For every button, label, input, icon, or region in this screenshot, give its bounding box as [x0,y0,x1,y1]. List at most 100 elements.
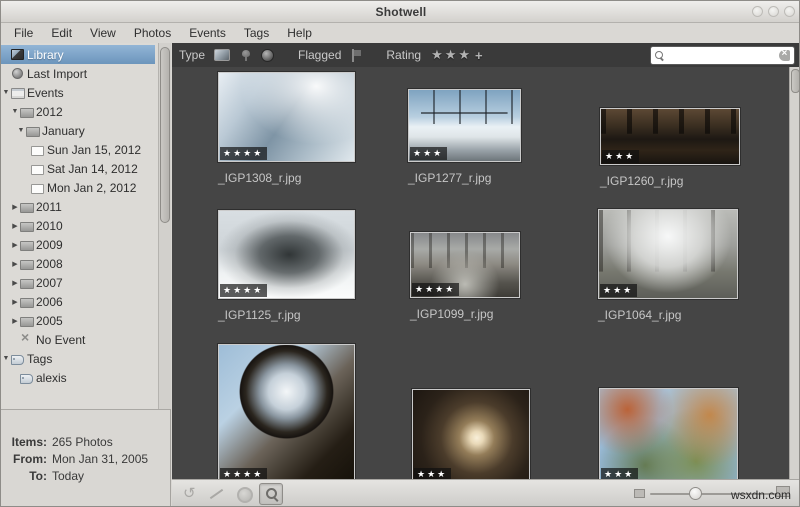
thumbnail-size-slider-thumb[interactable] [689,487,702,500]
sidebar-item-sun-jan-15-2012[interactable]: Sun Jan 15, 2012 [1,140,155,159]
status-row: Items: 265 Photos [1,434,170,451]
status-row: From: Mon Jan 31, 2005 [1,451,170,468]
photo-cell[interactable]: ★★★★ _IGP1308_r.jpg [218,72,355,185]
expander-right-icon[interactable]: ▶ [10,298,20,306]
event-folder-icon [20,276,34,289]
expander-down-icon[interactable]: ▼ [16,127,26,134]
expander-right-icon[interactable]: ▶ [10,279,20,287]
sidebar-scrollbar-thumb[interactable] [160,47,170,223]
sidebar-item-2009[interactable]: ▶ 2009 [1,235,155,254]
photo-cell[interactable]: ★★★★ [218,344,355,479]
menubar: File Edit View Photos Events Tags Help [1,23,799,43]
type-filter-label: Type [179,48,206,62]
type-videos-filter-icon[interactable] [261,48,275,62]
sidebar-item-2005[interactable]: ▶ 2005 [1,311,155,330]
sidebar-item-2006[interactable]: ▶ 2006 [1,292,155,311]
photo-thumbnail[interactable]: ★★★★ [218,72,355,162]
find-button[interactable] [259,483,283,505]
search-icon [655,50,664,60]
sidebar-item-2011[interactable]: ▶ 2011 [1,197,155,216]
photo-cell[interactable]: ★★★ _IGP1064_r.jpg [598,209,738,322]
sidebar-item-sat-jan-14-2012[interactable]: Sat Jan 14, 2012 [1,159,155,178]
zoom-out-thumbnail-icon[interactable] [634,489,645,498]
event-folder-icon [20,105,34,118]
status-label: From: [13,452,47,466]
photo-thumbnail[interactable]: ★★★ [412,389,530,479]
rating-stars-overlay: ★★★ [601,468,639,479]
menu-view[interactable]: View [81,24,125,42]
sidebar-item-mon-jan-2-2012[interactable]: Mon Jan 2, 2012 [1,178,155,197]
sidebar-item-2008[interactable]: ▶ 2008 [1,254,155,273]
photo-thumbnail[interactable]: ★★★ [599,388,738,479]
photo-thumbnail[interactable]: ★★★★ [410,232,520,298]
flag-icon[interactable] [350,48,362,62]
photo-thumbnail[interactable]: ★★★ [598,209,738,299]
straighten-button[interactable] [205,483,229,505]
rating-filter[interactable]: Rating ★★★ + [386,47,482,63]
photo-cell[interactable]: ★★★★ _IGP1125_r.jpg [218,210,355,322]
expander-right-icon[interactable]: ▶ [10,317,20,325]
rating-filter-plus[interactable]: + [475,48,483,63]
event-folder-icon [20,257,34,270]
photo-thumbnail[interactable]: ★★★★ [218,344,355,479]
status-value: Today [52,469,85,483]
expander-down-icon[interactable]: ▼ [1,355,11,362]
menu-file[interactable]: File [5,24,42,42]
flagged-filter[interactable]: Flagged [298,48,362,62]
rating-filter-stars[interactable]: ★★★ [431,47,472,63]
menu-events[interactable]: Events [180,24,235,42]
event-folder-icon [20,200,34,213]
photo-thumbnail[interactable]: ★★★★ [218,210,355,299]
expander-right-icon[interactable]: ▶ [10,222,20,230]
window-title: Shotwell [375,4,427,19]
photo-cell[interactable]: ★★★ _IGP1260_r.jpg [600,108,740,188]
status-value: Mon Jan 31, 2005 [52,452,149,466]
sidebar-item-no-event[interactable]: No Event [1,330,155,349]
search-input[interactable] [664,49,779,61]
photo-cell[interactable]: ★★★★ _IGP1099_r.jpg [410,232,520,321]
sidebar-item-2010[interactable]: ▶ 2010 [1,216,155,235]
search-box[interactable] [650,45,795,65]
expander-down-icon[interactable]: ▼ [1,89,11,96]
expander-down-icon[interactable]: ▼ [10,108,20,115]
main-scrollbar[interactable] [789,67,799,479]
sidebar-item-label: 2009 [36,237,63,252]
photo-filename: _IGP1099_r.jpg [410,307,494,321]
enhance-button[interactable] [232,483,256,505]
tag-icon [11,352,24,365]
menu-help[interactable]: Help [278,24,321,42]
photo-thumbnail[interactable]: ★★★ [408,89,521,162]
sidebar-item-label: Last Import [27,66,88,81]
photo-thumbnail[interactable]: ★★★ [600,108,740,165]
sidebar-item-last-import[interactable]: Last Import [1,64,155,83]
expander-right-icon[interactable]: ▶ [10,203,20,211]
main-scrollbar-thumb[interactable] [791,69,799,93]
type-raw-filter-icon[interactable] [240,49,252,62]
window-close-icon[interactable] [784,6,795,17]
sidebar-scrollbar[interactable] [158,43,171,409]
sidebar-item-january[interactable]: ▼ January [1,121,155,140]
photo-cell[interactable]: ★★★ _IGP1277_r.jpg [408,89,521,185]
menu-photos[interactable]: Photos [125,24,180,42]
photo-cell[interactable]: ★★★ [599,388,738,479]
type-photos-filter-icon[interactable] [214,49,231,61]
rotate-button[interactable] [178,483,202,505]
rating-stars-overlay: ★★★ [602,150,640,163]
expander-right-icon[interactable]: ▶ [10,260,20,268]
search-clear-icon[interactable] [779,48,790,61]
sidebar-item-alexis[interactable]: alexis [1,368,155,387]
window-minimize-icon[interactable] [752,6,763,17]
menu-edit[interactable]: Edit [42,24,81,42]
sidebar-item-tags[interactable]: ▼ Tags [1,349,155,368]
sidebar-item-2007[interactable]: ▶ 2007 [1,273,155,292]
sidebar-item-2012[interactable]: ▼ 2012 [1,102,155,121]
event-folder-icon [20,238,34,251]
photo-filename: _IGP1260_r.jpg [600,174,684,188]
expander-right-icon[interactable]: ▶ [10,241,20,249]
status-label: To: [29,469,47,483]
sidebar-item-events[interactable]: ▼ Events [1,83,155,102]
window-maximize-icon[interactable] [768,6,779,17]
sidebar-item-library[interactable]: Library [1,45,155,64]
menu-tags[interactable]: Tags [235,24,278,42]
photo-cell[interactable]: ★★★ [412,389,530,479]
